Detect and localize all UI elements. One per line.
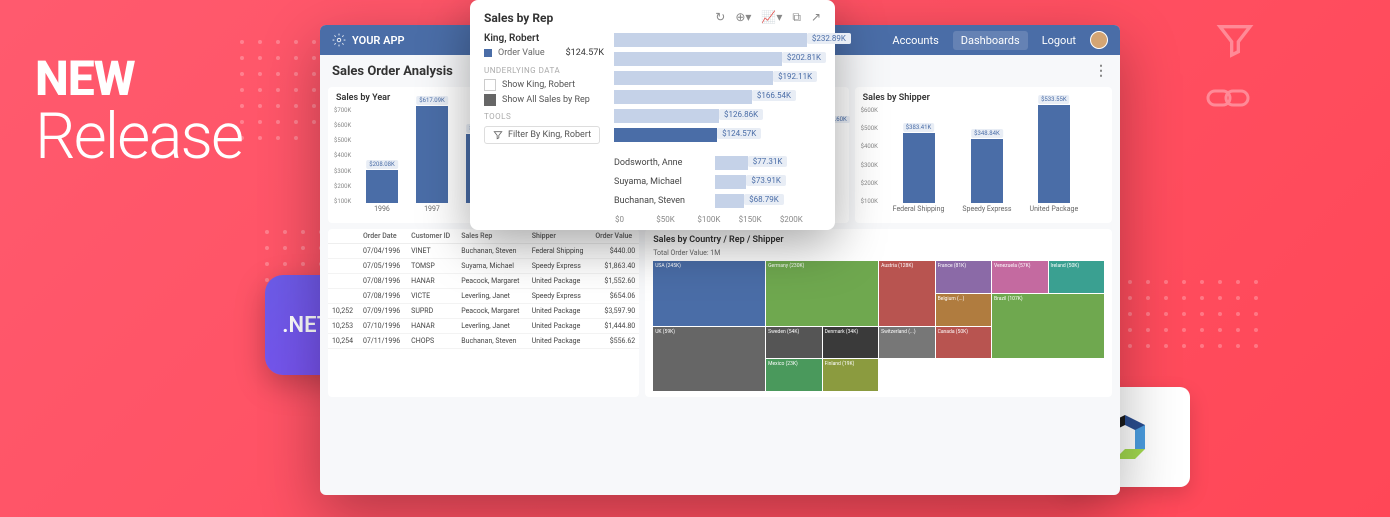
- table-row[interactable]: 10,25407/11/1996CHOPSBuchanan, StevenUni…: [328, 334, 639, 349]
- hero-release: Release: [35, 99, 242, 174]
- hbar-row: $192.11K: [614, 71, 821, 85]
- funnel-icon: [493, 130, 503, 140]
- treemap-chart[interactable]: USA (245K)Germany (230K)Austria (128K)Fr…: [653, 261, 1104, 391]
- hbar-row: Suyama, Michael$73.91K: [614, 175, 821, 189]
- page-title: Sales Order Analysis: [332, 64, 453, 79]
- legend-swatch: [484, 49, 492, 57]
- treemap-cell[interactable]: Germany (230K): [766, 261, 878, 326]
- treemap-cell[interactable]: Austria (128K): [879, 261, 934, 326]
- treemap-cell[interactable]: UK (59K): [653, 327, 765, 392]
- show-all-row[interactable]: Show All Sales by Rep: [484, 94, 604, 106]
- kebab-menu-icon[interactable]: ⋮: [1094, 63, 1108, 79]
- table-row[interactable]: 07/05/1996TOMSPSuyama, MichaelSpeedy Exp…: [328, 259, 639, 274]
- table-row[interactable]: 10,25207/09/1996SUPRDPeacock, MargaretUn…: [328, 304, 639, 319]
- y-axis: $100K$200K$300K$400K$500K$600K$700K: [334, 107, 351, 205]
- show-king-row[interactable]: Show King, Robert: [484, 79, 604, 91]
- nav-dashboards[interactable]: Dashboards: [953, 31, 1028, 50]
- hbar-row: $126.86K: [614, 109, 821, 123]
- treemap-cell[interactable]: Canada (50K): [936, 327, 991, 359]
- hbar-row: Buchanan, Steven$68.79K: [614, 194, 821, 208]
- app-nav: Accounts Dashboards Logout: [892, 31, 1108, 50]
- card-treemap: Sales by Country / Rep / Shipper Total O…: [645, 229, 1112, 397]
- table-row[interactable]: 07/08/1996HANARPeacock, MargaretUnited P…: [328, 274, 639, 289]
- chart-popup: Sales by Rep ↻ ⊕▾ 📈▾ ⧉ ↗ King, Robert Or…: [470, 0, 835, 230]
- table-row[interactable]: 07/08/1996VICTELeverling, JanetSpeedy Ex…: [328, 289, 639, 304]
- decorative-dots: [1128, 280, 1260, 348]
- card-sales-by-shipper: Sales by Shipper $100K$200K$300K$400K$50…: [855, 87, 1112, 223]
- orders-table: Order Date Customer ID Sales Rep Shipper…: [328, 229, 639, 349]
- treemap-cell[interactable]: Brazil (107K): [992, 294, 1104, 359]
- treemap-cell[interactable]: Finland (19K): [823, 359, 878, 391]
- hbar-row: Dodsworth, Anne$77.31K: [614, 156, 821, 170]
- popup-toolbar: ↻ ⊕▾ 📈▾ ⧉ ↗: [715, 10, 821, 25]
- copy-icon[interactable]: ⧉: [792, 10, 801, 25]
- treemap-subtitle: Total Order Value: 1M: [653, 249, 1104, 257]
- treemap-cell[interactable]: USA (245K): [653, 261, 765, 326]
- hbar-row: $232.89K: [614, 33, 821, 47]
- treemap-cell[interactable]: Mexico (23K): [766, 359, 821, 391]
- gear-icon: [332, 33, 346, 47]
- card-title: Sales by Country / Rep / Shipper: [653, 235, 1104, 245]
- treemap-cell[interactable]: Denmark (34K): [823, 327, 878, 359]
- treemap-cell[interactable]: Venezuela (57K): [992, 261, 1047, 293]
- nav-accounts[interactable]: Accounts: [892, 34, 938, 47]
- hbar-row: $166.54K: [614, 90, 821, 104]
- selected-rep: King, Robert: [484, 33, 604, 44]
- avatar[interactable]: [1090, 31, 1108, 49]
- treemap-cell[interactable]: Ireland (50K): [1049, 261, 1104, 293]
- table-row[interactable]: 07/04/1996VINETBuchanan, StevenFederal S…: [328, 244, 639, 259]
- popup-hbar-chart-lower: Dodsworth, Anne$77.31K Suyama, Michael$73…: [614, 156, 821, 213]
- card-orders-table: Order Date Customer ID Sales Rep Shipper…: [328, 229, 639, 397]
- treemap-cell[interactable]: Switzerland (...): [879, 327, 934, 359]
- chart-type-icon[interactable]: 📈▾: [761, 10, 782, 25]
- bar-chart: $383.41KFederal Shipping $348.84KSpeedy …: [887, 107, 1104, 217]
- funnel-icon: [1215, 20, 1255, 64]
- app-brand: YOUR APP: [332, 33, 405, 47]
- refresh-icon[interactable]: ↻: [715, 10, 725, 25]
- nav-logout[interactable]: Logout: [1042, 34, 1076, 47]
- table-row[interactable]: 10,25307/10/1996HANARLeverling, JanetUni…: [328, 319, 639, 334]
- popup-xaxis: $0$50K$100K$150K$200K: [514, 215, 821, 224]
- tools-label: TOOLS: [484, 112, 604, 121]
- zoom-icon[interactable]: ⊕▾: [735, 10, 751, 25]
- hbar-row: $124.57K: [614, 128, 821, 142]
- popup-hbar-chart: $232.89K $202.81K $192.11K $166.54K $126.86K…: [614, 33, 821, 152]
- treemap-cell[interactable]: Belgium (...): [936, 294, 991, 326]
- treemap-cell[interactable]: Sweden (54K): [766, 327, 821, 359]
- filter-pill[interactable]: Filter By King, Robert: [484, 126, 600, 144]
- underlying-label: UNDERLYING DATA: [484, 66, 604, 75]
- hero-text: NEW Release: [35, 50, 242, 174]
- popup-title: Sales by Rep: [484, 11, 553, 25]
- dashboard-row2: Order Date Customer ID Sales Rep Shipper…: [320, 229, 1120, 397]
- link-icon: [1206, 85, 1250, 115]
- popup-legend: Order Value $124.57K: [484, 48, 604, 58]
- hbar-row: $202.81K: [614, 52, 821, 66]
- expand-icon[interactable]: ↗: [811, 10, 821, 25]
- y-axis: $100K$200K$300K$400K$500K$600K: [861, 107, 878, 205]
- treemap-cell[interactable]: France (81K): [936, 261, 991, 293]
